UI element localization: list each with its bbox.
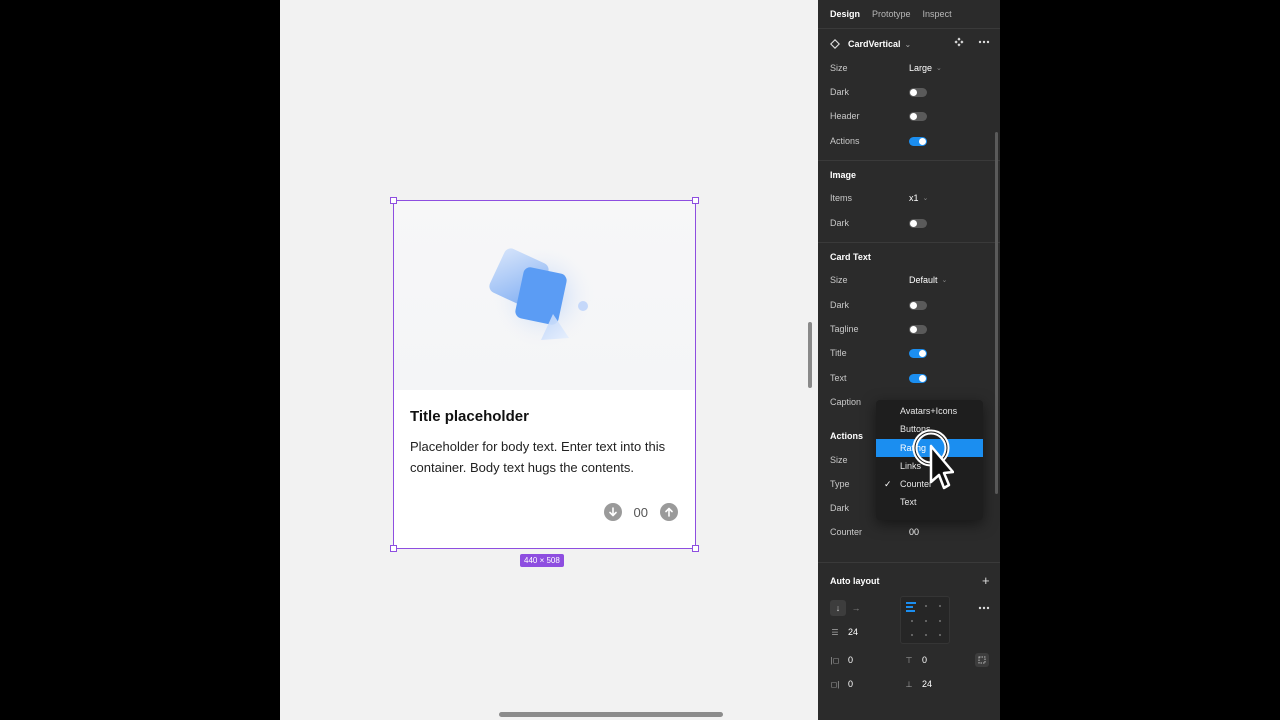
panel-scrollbar[interactable] [995, 132, 998, 494]
tagline-toggle[interactable] [909, 324, 927, 334]
prop-dark: Dark [830, 85, 990, 99]
text-toggle[interactable] [909, 373, 927, 383]
section-title-auto-layout: Auto layout [830, 576, 880, 586]
component-actions [954, 37, 990, 47]
prop-actions: Actions [830, 134, 990, 148]
prop-image-dark: Dark [830, 216, 990, 230]
shapes-illustration-icon [489, 244, 595, 348]
card-body-text: Placeholder for body text. Enter text in… [410, 439, 666, 475]
padding-bottom-field[interactable]: ⊥ 24 [904, 679, 933, 689]
text-size-dropdown[interactable]: Default ⌄ [909, 275, 947, 285]
title-toggle[interactable] [909, 348, 927, 358]
chevron-down-icon: ⌄ [941, 277, 948, 284]
padding-right-field[interactable]: ◻| 0 [830, 679, 853, 689]
divider [818, 242, 1000, 243]
card-vertical[interactable]: Title placeholder Placeholder for body t… [393, 200, 696, 549]
properties-panel: Design Prototype Inspect CardVertical ⌄ … [818, 0, 1000, 720]
divider [818, 160, 1000, 161]
divider [818, 562, 1000, 563]
divider [818, 28, 1000, 29]
size-badge: 440 × 508 [520, 554, 564, 567]
arrow-right-direction-icon[interactable]: → [848, 600, 864, 616]
prop-label: Text [830, 373, 847, 383]
actions-toggle[interactable] [909, 136, 927, 146]
prop-items: Items x1 ⌄ [830, 191, 990, 205]
prop-text-size: Size Default ⌄ [830, 273, 990, 287]
prop-label: Title [830, 348, 847, 358]
prop-label: Actions [830, 136, 860, 146]
design-canvas[interactable]: Title placeholder Placeholder for body t… [280, 0, 818, 720]
prop-label: Counter [830, 527, 863, 537]
prop-text-dark: Dark [830, 298, 990, 312]
padding-top-icon: ⊤ [905, 655, 913, 665]
dropdown-option-text[interactable]: Text [876, 493, 983, 511]
pointer-cursor-icon [912, 429, 954, 490]
home-indicator [499, 712, 723, 717]
arrow-up-icon[interactable] [660, 503, 678, 521]
prop-text: Text [830, 371, 990, 385]
alignment-bar [906, 610, 915, 612]
padding-top-field[interactable]: ⊤ 0 [904, 655, 928, 665]
dark-toggle[interactable] [909, 87, 927, 97]
independent-padding-icon[interactable] [975, 653, 989, 667]
device-screen: Title placeholder Placeholder for body t… [280, 0, 1000, 720]
prop-label: Dark [830, 300, 850, 310]
section-title-image: Image [830, 170, 857, 180]
prop-counter: Counter 00 [830, 525, 990, 539]
size-dropdown[interactable]: Large ⌄ [909, 63, 942, 73]
chevron-down-icon: ⌄ [936, 65, 942, 72]
padding-left-field[interactable]: |◻ 0 [830, 655, 853, 665]
panel-tabs: Design Prototype Inspect [830, 9, 952, 19]
alignment-grid[interactable] [900, 596, 950, 644]
prop-header: Header [830, 109, 990, 123]
chevron-down-icon: ⌄ [904, 39, 912, 49]
prop-label: Dark [830, 218, 850, 228]
prop-title: Title [830, 346, 990, 360]
section-title-actions: Actions [830, 431, 864, 441]
prop-label: Header [830, 111, 860, 121]
padding-left-icon: |◻ [830, 655, 840, 665]
counter-actions: 00 [603, 503, 678, 521]
dropdown-option-avatars-icons[interactable]: Avatars+Icons [876, 402, 983, 420]
canvas-scrollbar[interactable] [808, 322, 812, 388]
prop-size: Size Large ⌄ [830, 61, 990, 75]
more-options-icon[interactable] [978, 40, 990, 44]
spacing-icon: ☰ [831, 627, 839, 637]
alignment-bar [906, 606, 913, 608]
prop-tagline: Tagline [830, 322, 990, 336]
padding-right-icon: ◻| [830, 679, 840, 689]
arrow-down-direction-icon[interactable]: ↓ [830, 600, 846, 616]
spacing-field[interactable]: ☰ 24 [830, 627, 858, 637]
component-selector[interactable]: CardVertical ⌄ [830, 37, 990, 51]
card-title: Title placeholder [410, 408, 529, 425]
card-image [393, 200, 696, 390]
image-dark-toggle[interactable] [909, 218, 927, 228]
prop-label: Size [830, 63, 848, 73]
tab-design[interactable]: Design [830, 9, 860, 19]
add-icon[interactable]: + [982, 573, 990, 588]
tab-inspect[interactable]: Inspect [923, 9, 952, 19]
prop-label: Size [830, 275, 848, 285]
prop-label: Dark [830, 87, 850, 97]
component-name: CardVertical [848, 39, 901, 49]
chevron-down-icon: ⌄ [922, 195, 929, 202]
counter-field[interactable]: 00 [909, 527, 919, 537]
alignment-bar [906, 602, 916, 604]
go-to-main-component-icon[interactable] [954, 37, 964, 47]
padding-bottom-icon: ⊥ [905, 679, 913, 689]
header-toggle[interactable] [909, 111, 927, 121]
items-dropdown[interactable]: x1 ⌄ [909, 193, 928, 203]
prop-label: Tagline [830, 324, 859, 334]
section-title-card-text: Card Text [830, 252, 871, 262]
checkmark-icon: ✓ [884, 478, 892, 489]
prop-label: Items [830, 193, 853, 203]
counter-value: 00 [633, 504, 648, 520]
arrow-down-icon[interactable] [603, 503, 622, 521]
component-instance-icon [830, 39, 840, 49]
more-options-icon[interactable] [978, 606, 990, 610]
tab-prototype[interactable]: Prototype [872, 9, 911, 19]
text-dark-toggle[interactable] [909, 300, 927, 310]
